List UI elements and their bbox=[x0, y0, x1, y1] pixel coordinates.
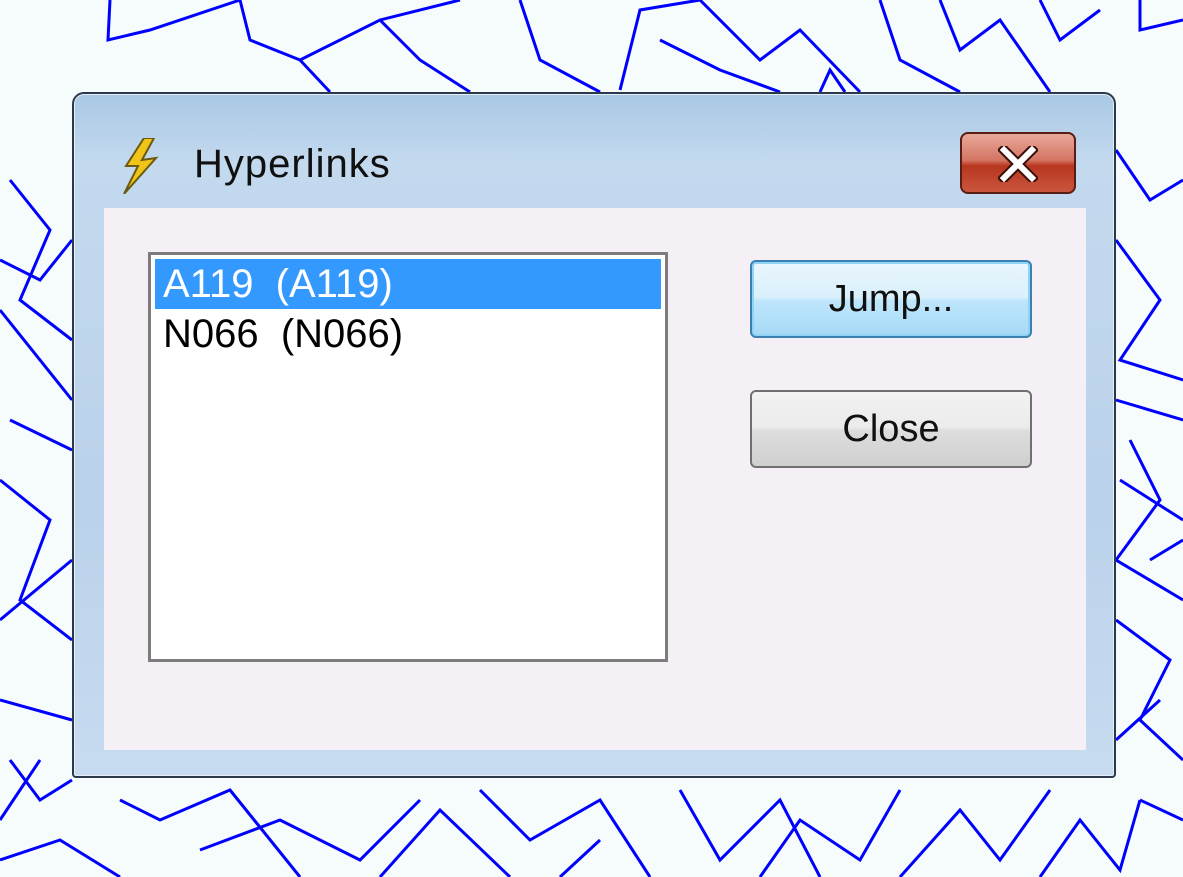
jump-button[interactable]: Jump... bbox=[750, 260, 1032, 338]
hyperlinks-dialog: Hyperlinks A119 (A119) N066 (N066) Jump.… bbox=[72, 92, 1116, 778]
list-item[interactable]: N066 (N066) bbox=[155, 309, 661, 359]
hyperlinks-listbox[interactable]: A119 (A119) N066 (N066) bbox=[148, 252, 668, 662]
dialog-title: Hyperlinks bbox=[194, 142, 391, 186]
close-window-button[interactable] bbox=[960, 132, 1076, 194]
lightning-icon bbox=[120, 137, 160, 195]
close-button[interactable]: Close bbox=[750, 390, 1032, 468]
dialog-titlebar[interactable]: Hyperlinks bbox=[74, 94, 1114, 206]
dialog-client-area: A119 (A119) N066 (N066) Jump... Close bbox=[104, 208, 1086, 750]
close-icon bbox=[998, 146, 1038, 182]
list-item[interactable]: A119 (A119) bbox=[155, 259, 661, 309]
